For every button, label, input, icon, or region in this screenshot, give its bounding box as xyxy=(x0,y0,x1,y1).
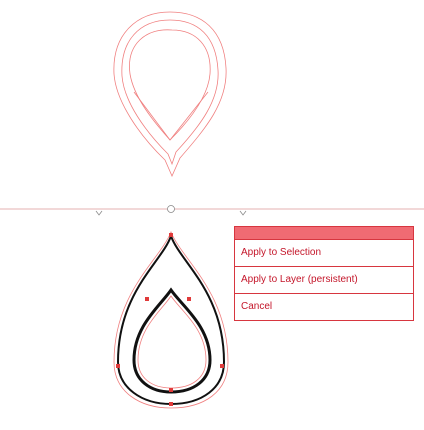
anchor-point[interactable] xyxy=(187,297,191,301)
divider-marker-icon xyxy=(95,210,103,216)
preview-outline-outer xyxy=(113,11,227,177)
selected-teardrop[interactable] xyxy=(113,230,229,409)
selected-outline-outer-guide xyxy=(113,230,229,409)
anchor-point[interactable] xyxy=(116,364,120,368)
divider[interactable] xyxy=(0,205,424,216)
anchor-points[interactable] xyxy=(116,233,224,406)
preview-outline-inner xyxy=(129,29,211,141)
preview-teardrop xyxy=(113,11,227,177)
anchor-point[interactable] xyxy=(169,402,173,406)
selected-outline-inner-guide xyxy=(137,295,207,389)
drawing-canvas[interactable] xyxy=(0,0,424,430)
anchor-point[interactable] xyxy=(169,388,173,392)
divider-marker-icon xyxy=(239,210,247,216)
anchor-point[interactable] xyxy=(220,364,224,368)
anchor-point[interactable] xyxy=(169,233,173,237)
anchor-point[interactable] xyxy=(145,297,149,301)
apply-to-layer-item[interactable]: Apply to Layer (persistent) xyxy=(235,267,413,294)
apply-to-selection-item[interactable]: Apply to Selection xyxy=(235,240,413,267)
divider-handle-icon[interactable] xyxy=(167,205,175,213)
menu-header xyxy=(235,227,413,240)
preview-outline-mid xyxy=(121,19,219,166)
selected-outline-inner[interactable] xyxy=(132,287,212,394)
apply-context-menu: Apply to Selection Apply to Layer (persi… xyxy=(234,226,414,321)
selected-outline-outer[interactable] xyxy=(116,232,226,406)
cancel-item[interactable]: Cancel xyxy=(235,294,413,320)
preview-inner-v xyxy=(133,91,209,141)
